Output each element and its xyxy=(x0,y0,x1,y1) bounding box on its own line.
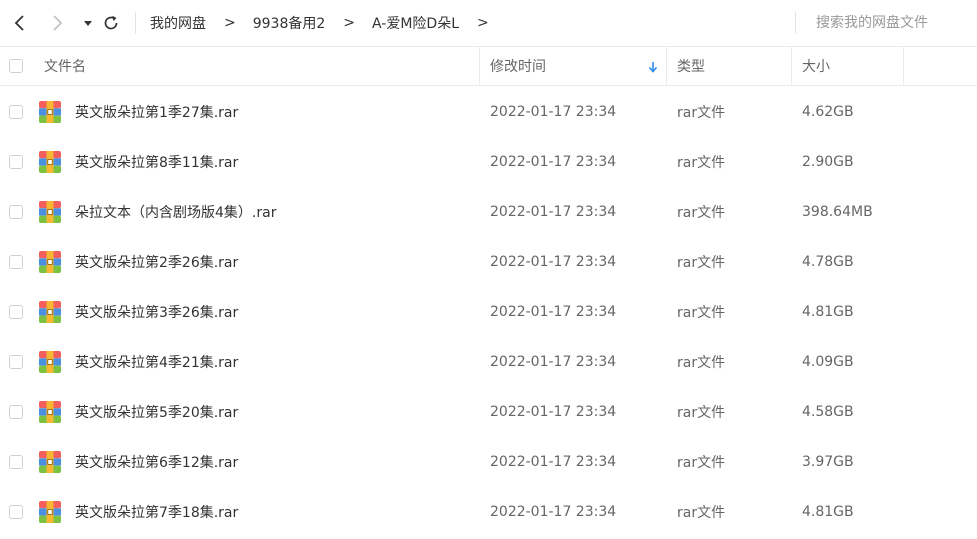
rar-archive-icon xyxy=(39,451,61,473)
file-type: rar文件 xyxy=(677,405,726,421)
rar-archive-icon xyxy=(39,401,61,423)
rar-archive-icon xyxy=(39,351,61,373)
file-size: 3.97GB xyxy=(802,454,854,470)
file-list-header: 文件名 修改时间 类型 大小 xyxy=(0,46,977,86)
file-modified: 2022-01-17 23:34 xyxy=(490,204,617,220)
column-header-size[interactable]: 大小 xyxy=(802,47,830,85)
file-name[interactable]: 英文版朵拉第2季26集.rar xyxy=(75,237,238,287)
file-name[interactable]: 英文版朵拉第3季26集.rar xyxy=(75,287,238,337)
table-row[interactable]: 英文版朵拉第3季26集.rar 2022-01-17 23:34 rar文件 4… xyxy=(0,287,977,337)
file-name[interactable]: 英文版朵拉第7季18集.rar xyxy=(75,487,238,537)
column-divider[interactable] xyxy=(903,47,904,85)
refresh-button[interactable] xyxy=(100,11,122,35)
arrow-down-icon xyxy=(648,62,658,73)
file-modified: 2022-01-17 23:34 xyxy=(490,254,617,270)
row-checkbox[interactable] xyxy=(9,455,23,469)
rar-archive-icon xyxy=(39,201,61,223)
row-checkbox[interactable] xyxy=(9,205,23,219)
file-modified: 2022-01-17 23:34 xyxy=(490,454,617,470)
column-header-modified[interactable]: 修改时间 xyxy=(490,47,546,85)
row-checkbox[interactable] xyxy=(9,255,23,269)
breadcrumb-item-current[interactable]: A-爱M险D朵L xyxy=(372,13,459,33)
column-header-name[interactable]: 文件名 xyxy=(44,47,86,85)
row-checkbox[interactable] xyxy=(9,155,23,169)
select-all-checkbox[interactable] xyxy=(9,59,23,73)
file-name[interactable]: 英文版朵拉第5季20集.rar xyxy=(75,387,238,437)
refresh-icon xyxy=(104,15,118,30)
column-divider[interactable] xyxy=(479,47,480,85)
file-type: rar文件 xyxy=(677,505,726,521)
table-row[interactable]: 英文版朵拉第7季18集.rar 2022-01-17 23:34 rar文件 4… xyxy=(0,487,977,537)
table-row[interactable]: 英文版朵拉第6季12集.rar 2022-01-17 23:34 rar文件 3… xyxy=(0,437,977,487)
file-type: rar文件 xyxy=(677,105,726,121)
row-checkbox[interactable] xyxy=(9,405,23,419)
forward-button[interactable] xyxy=(46,11,68,35)
file-modified: 2022-01-17 23:34 xyxy=(490,354,617,370)
table-row[interactable]: 英文版朵拉第5季20集.rar 2022-01-17 23:34 rar文件 4… xyxy=(0,387,977,437)
file-name[interactable]: 英文版朵拉第4季21集.rar xyxy=(75,337,238,387)
column-header-type[interactable]: 类型 xyxy=(677,47,705,85)
file-name[interactable]: 英文版朵拉第6季12集.rar xyxy=(75,437,238,487)
file-name[interactable]: 朵拉文本（内含剧场版4集）.rar xyxy=(75,187,276,237)
caret-down-icon xyxy=(84,21,92,26)
breadcrumb: 我的网盘 > 9938备用2 > A-爱M险D朵L > xyxy=(150,0,506,45)
file-size: 4.58GB xyxy=(802,404,854,420)
breadcrumb-separator: > xyxy=(343,14,356,31)
row-checkbox[interactable] xyxy=(9,505,23,519)
rar-archive-icon xyxy=(39,251,61,273)
table-row[interactable]: 朵拉文本（内含剧场版4集）.rar 2022-01-17 23:34 rar文件… xyxy=(0,187,977,237)
search-divider xyxy=(795,12,796,34)
file-modified: 2022-01-17 23:34 xyxy=(490,404,617,420)
table-row[interactable]: 英文版朵拉第4季21集.rar 2022-01-17 23:34 rar文件 4… xyxy=(0,337,977,387)
file-type: rar文件 xyxy=(677,255,726,271)
file-modified: 2022-01-17 23:34 xyxy=(490,104,617,120)
row-checkbox[interactable] xyxy=(9,355,23,369)
chevron-right-icon xyxy=(53,15,63,31)
file-type: rar文件 xyxy=(677,455,726,471)
rar-archive-icon xyxy=(39,151,61,173)
rar-archive-icon xyxy=(39,101,61,123)
file-size: 4.78GB xyxy=(802,254,854,270)
file-name[interactable]: 英文版朵拉第1季27集.rar xyxy=(75,87,238,137)
breadcrumb-item-root[interactable]: 我的网盘 xyxy=(150,13,206,33)
file-size: 2.90GB xyxy=(802,154,854,170)
toolbar: 我的网盘 > 9938备用2 > A-爱M险D朵L > xyxy=(0,0,977,45)
file-name[interactable]: 英文版朵拉第8季11集.rar xyxy=(75,137,238,187)
table-row[interactable]: 英文版朵拉第2季26集.rar 2022-01-17 23:34 rar文件 4… xyxy=(0,237,977,287)
file-modified: 2022-01-17 23:34 xyxy=(490,154,617,170)
file-type: rar文件 xyxy=(677,355,726,371)
breadcrumb-item-folder[interactable]: 9938备用2 xyxy=(253,13,326,33)
search-input[interactable] xyxy=(805,9,977,37)
breadcrumb-separator: > xyxy=(477,14,489,31)
table-row[interactable]: 英文版朵拉第1季27集.rar 2022-01-17 23:34 rar文件 4… xyxy=(0,87,977,137)
file-modified: 2022-01-17 23:34 xyxy=(490,304,617,320)
file-size: 4.62GB xyxy=(802,104,854,120)
column-divider[interactable] xyxy=(791,47,792,85)
row-checkbox[interactable] xyxy=(9,105,23,119)
file-list: 英文版朵拉第1季27集.rar 2022-01-17 23:34 rar文件 4… xyxy=(0,87,977,537)
breadcrumb-separator: > xyxy=(224,14,236,31)
table-row[interactable]: 英文版朵拉第8季11集.rar 2022-01-17 23:34 rar文件 2… xyxy=(0,137,977,187)
back-button[interactable] xyxy=(9,11,31,35)
file-modified: 2022-01-17 23:34 xyxy=(490,504,617,520)
file-type: rar文件 xyxy=(677,305,726,321)
chevron-left-icon xyxy=(14,15,24,31)
toolbar-divider xyxy=(135,12,136,34)
file-size: 4.81GB xyxy=(802,304,854,320)
column-divider[interactable] xyxy=(666,47,667,85)
history-dropdown-button[interactable] xyxy=(77,11,99,35)
file-size: 4.09GB xyxy=(802,354,854,370)
file-size: 4.81GB xyxy=(802,504,854,520)
file-type: rar文件 xyxy=(677,155,726,171)
rar-archive-icon xyxy=(39,501,61,523)
row-checkbox[interactable] xyxy=(9,305,23,319)
file-size: 398.64MB xyxy=(802,204,873,220)
rar-archive-icon xyxy=(39,301,61,323)
file-type: rar文件 xyxy=(677,205,726,221)
